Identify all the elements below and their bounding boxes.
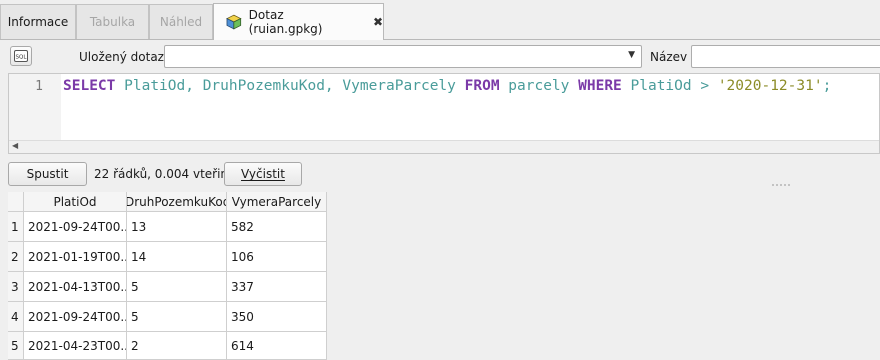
sql-icon[interactable]: SQL: [10, 46, 32, 66]
chevron-down-icon: ▼: [628, 50, 635, 60]
table-cell[interactable]: 350: [227, 302, 327, 332]
scroll-left-icon[interactable]: ◀: [12, 141, 18, 150]
sql-token: DruhPozemkuKod: [202, 78, 325, 94]
sql-token: ;: [822, 78, 832, 94]
name-label: Název: [650, 50, 688, 64]
table-cell[interactable]: 2021-04-23T00...: [24, 332, 127, 360]
tab-label: Náhled: [159, 15, 203, 29]
sql-token: PlatiOd: [124, 78, 186, 94]
row-number[interactable]: 5: [8, 332, 24, 360]
table-cell[interactable]: 614: [227, 332, 327, 360]
tab-informace[interactable]: Informace: [0, 4, 76, 39]
column-header-label: PlatiOd: [53, 194, 97, 209]
column-header-druhpozemkukod[interactable]: DruhPozemkuKod: [127, 192, 227, 212]
splitter-handle[interactable]: [772, 184, 790, 188]
sql-token: WHERE: [578, 78, 622, 94]
line-number: 1: [35, 79, 43, 94]
row-number[interactable]: 3: [8, 272, 24, 302]
svg-text:SQL: SQL: [16, 55, 28, 61]
clear-button[interactable]: Vyčistit: [224, 162, 302, 186]
table-cell[interactable]: 337: [227, 272, 327, 302]
table-cell[interactable]: 5: [127, 272, 227, 302]
line-gutter: 1: [9, 74, 61, 140]
table-cell[interactable]: 2021-04-13T00...: [24, 272, 127, 302]
row-number[interactable]: 1: [8, 212, 24, 242]
tab-label: Informace: [7, 15, 69, 29]
horizontal-scrollbar[interactable]: ◀: [9, 140, 879, 153]
run-button-label: Spustit: [26, 167, 69, 181]
table-cell[interactable]: 2021-09-24T00...: [24, 302, 127, 332]
table-corner[interactable]: [8, 192, 24, 212]
table-cell[interactable]: 582: [227, 212, 327, 242]
clear-button-label: Vyčistit: [241, 167, 285, 181]
tab-label: Tabulka: [89, 15, 136, 29]
table-cell[interactable]: 14: [127, 242, 227, 272]
sql-token: VymeraParcely: [342, 78, 456, 94]
row-number[interactable]: 2: [8, 242, 24, 272]
saved-query-label: Uložený dotaz: [79, 50, 164, 64]
table-cell[interactable]: 5: [127, 302, 227, 332]
sql-code-line[interactable]: SELECT PlatiOd, DruhPozemkuKod, VymeraPa…: [63, 77, 831, 95]
sql-token: PlatiOd: [630, 78, 692, 94]
column-header-platiod[interactable]: PlatiOd: [24, 192, 127, 212]
table-cell[interactable]: 2: [127, 332, 227, 360]
sql-token: ,: [324, 78, 343, 94]
sql-token: ,: [185, 78, 203, 94]
column-header-label: DruhPozemkuKod: [127, 194, 227, 209]
sql-token: >: [691, 78, 718, 94]
table-cell[interactable]: 2021-01-19T00...: [24, 242, 127, 272]
run-button[interactable]: Spustit: [8, 162, 87, 186]
query-toolbar: SQL Uložený dotaz ▼ Název: [0, 40, 880, 73]
sql-token: FROM: [464, 78, 500, 94]
database-icon: [226, 14, 242, 30]
tab-dotaz[interactable]: Dotaz (ruian.gpkg) ✖: [213, 3, 384, 40]
tab-tabulka[interactable]: Tabulka: [76, 4, 149, 39]
close-icon[interactable]: ✖: [373, 15, 383, 29]
row-number[interactable]: 4: [8, 302, 24, 332]
sql-token: parcely: [508, 78, 570, 94]
column-header-vymeraparcely[interactable]: VymeraParcely: [227, 192, 327, 212]
sql-token: '2020-12-31': [717, 78, 823, 94]
sql-token: SELECT: [63, 78, 116, 94]
sql-editor[interactable]: 1 SELECT PlatiOd, DruhPozemkuKod, Vymera…: [8, 73, 880, 154]
tab-label: Dotaz (ruian.gpkg): [248, 8, 323, 36]
name-input[interactable]: [691, 45, 880, 68]
query-status: 22 řádků, 0.004 vteřin: [94, 167, 229, 181]
table-cell[interactable]: 13: [127, 212, 227, 242]
table-cell[interactable]: 2021-09-24T00...: [24, 212, 127, 242]
tab-nahled[interactable]: Náhled: [149, 4, 213, 39]
saved-query-select[interactable]: ▼: [164, 45, 642, 68]
tab-bar: Informace Tabulka Náhled Dotaz (ruian.gp…: [0, 0, 880, 40]
column-header-label: VymeraParcely: [231, 194, 322, 209]
table-cell[interactable]: 106: [227, 242, 327, 272]
